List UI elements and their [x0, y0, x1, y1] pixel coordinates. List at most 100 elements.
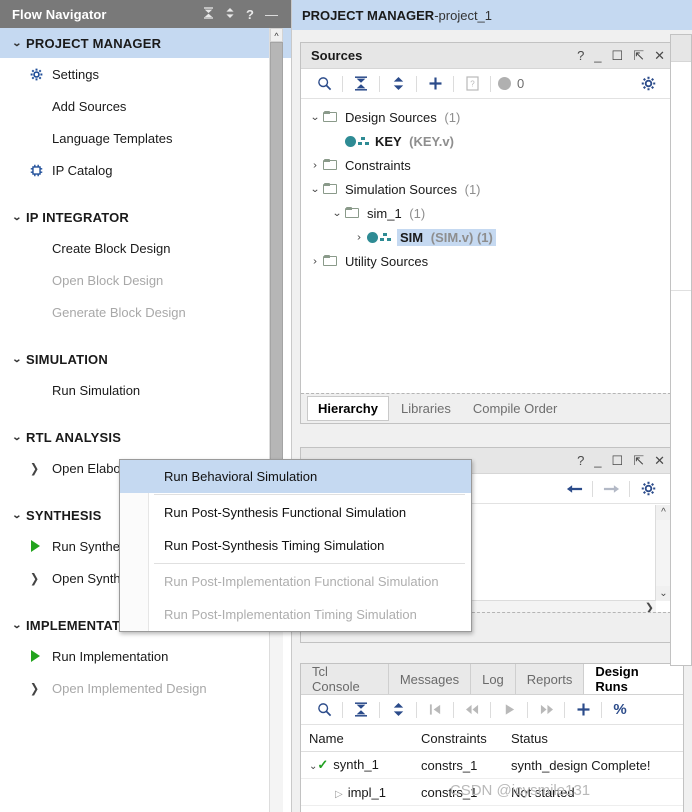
help-icon[interactable]: ? [246, 8, 254, 21]
cell-name: ▷ impl_1 [301, 785, 421, 800]
tree-expander-icon[interactable]: ⌄ [327, 208, 346, 219]
source-count: 0 [494, 76, 528, 91]
toolbar-separator [564, 701, 565, 718]
design-runs-toolbar: % [301, 695, 683, 725]
collapsed-side-panel[interactable] [670, 34, 692, 666]
sidebar-item-add-sources[interactable]: Add Sources [0, 90, 291, 122]
expand-collapse-icon[interactable] [225, 7, 235, 21]
help-icon[interactable]: ? [577, 49, 584, 62]
sidebar-item-label: Create Block Design [52, 240, 171, 256]
folder-icon [323, 183, 339, 195]
minimize-icon[interactable]: _ [594, 454, 601, 467]
chevron-right-icon: ❯ [30, 681, 40, 696]
tree-node-label: Utility Sources [345, 253, 429, 269]
close-icon[interactable]: ✕ [654, 49, 665, 62]
sidebar-item-label: Generate Block Design [52, 304, 186, 320]
menu-item-run-post-synthesis-functional-simulation[interactable]: Run Post-Synthesis Functional Simulation [120, 496, 471, 529]
play-icon [494, 697, 524, 723]
report-icon[interactable]: ? [457, 71, 487, 97]
tree-node-label: sim_1 (1) [367, 205, 426, 221]
plus-icon[interactable] [568, 697, 598, 723]
tab-hierarchy[interactable]: Hierarchy [307, 396, 389, 421]
chevron-down-icon: ⌄ [11, 509, 23, 521]
gear-icon[interactable] [633, 476, 663, 502]
tab-tcl-console[interactable]: Tcl Console [301, 664, 389, 694]
flow-navigator-scroll-up[interactable]: ^ [270, 28, 283, 42]
tree-node-utility-sources[interactable]: › Utility Sources [301, 249, 671, 273]
menu-item-run-behavioral-simulation[interactable]: Run Behavioral Simulation [120, 460, 471, 493]
tab-messages[interactable]: Messages [389, 664, 472, 694]
run-triangle-icon [30, 650, 52, 662]
maximize-icon[interactable]: ☐ [612, 454, 624, 467]
properties-window-controls: ? _ ☐ ⇱ ✕ [577, 454, 665, 467]
sources-tabstrip: Hierarchy Libraries Compile Order [301, 393, 671, 423]
sources-panel: Sources ? _ ☐ ⇱ ✕ ? 0 ⌄ Design Sources (… [300, 42, 672, 424]
tree-node-design-sources[interactable]: ⌄ Design Sources (1) [301, 105, 671, 129]
sidebar-item-label: Run Simulation [52, 382, 141, 398]
sidebar-section-ip-integrator[interactable]: ⌄ IP INTEGRATOR [0, 202, 291, 232]
sidebar-item-ip-catalog[interactable]: IP Catalog [0, 154, 291, 186]
table-row[interactable]: ⌄✓ synth_1 constrs_1 synth_design Complete! [301, 752, 683, 779]
tree-node-suffix: (1) [444, 109, 461, 125]
gear-icon[interactable] [633, 71, 663, 97]
sidebar-item-run-implementation[interactable]: Run Implementation [0, 640, 291, 672]
scroll-down-icon[interactable]: ⌄ [656, 586, 671, 601]
tree-expander-icon[interactable]: › [305, 256, 324, 267]
tree-node-constraints[interactable]: › Constraints [301, 153, 671, 177]
forward-arrow-icon[interactable] [596, 476, 626, 502]
sidebar-item-create-block-design[interactable]: Create Block Design [0, 232, 291, 264]
collapse-all-icon[interactable] [346, 697, 376, 723]
chevron-down-icon: ⌄ [11, 431, 23, 443]
main-area: PROJECT MANAGER - project_1 Sources ? _ … [292, 0, 692, 812]
sidebar-item-run-simulation[interactable]: Run Simulation [0, 374, 291, 406]
add-sources-plus-icon[interactable] [420, 71, 450, 97]
tree-expander-icon[interactable]: ⌄ [305, 184, 324, 195]
tree-node-sim[interactable]: › SIM (SIM.v) (1) [301, 225, 671, 249]
verilog-module-icon [345, 135, 370, 147]
percent-icon[interactable]: % [605, 697, 635, 723]
menu-item-run-post-synthesis-timing-simulation[interactable]: Run Post-Synthesis Timing Simulation [120, 529, 471, 562]
tree-expander-icon[interactable]: › [349, 232, 368, 243]
back-arrow-icon[interactable] [559, 476, 589, 502]
float-icon[interactable]: ⇱ [633, 454, 644, 467]
toolbar-separator [490, 701, 491, 718]
close-icon[interactable]: ✕ [654, 454, 665, 467]
collapse-all-icon[interactable] [203, 7, 214, 21]
project-manager-banner: PROJECT MANAGER - project_1 [292, 0, 692, 30]
minimize-icon[interactable]: — [265, 8, 278, 21]
tab-reports[interactable]: Reports [516, 664, 585, 694]
source-count-label: 0 [517, 76, 525, 91]
run-simulation-context-menu[interactable]: Run Behavioral Simulation Run Post-Synthe… [119, 459, 472, 632]
properties-vertical-scrollbar[interactable]: ^ ⌄ [655, 505, 671, 601]
sidebar-section-rtl-analysis[interactable]: ⌄ RTL ANALYSIS [0, 422, 291, 452]
tree-node-simulation-sources[interactable]: ⌄ Simulation Sources (1) [301, 177, 671, 201]
expand-all-icon[interactable] [383, 697, 413, 723]
sidebar-item-settings[interactable]: Settings [0, 58, 291, 90]
minimize-icon[interactable]: _ [594, 49, 601, 62]
help-icon[interactable]: ? [577, 454, 584, 467]
tree-expander-icon[interactable]: › [305, 160, 324, 171]
run-name-label: impl_1 [347, 784, 386, 800]
go-first-icon [420, 697, 450, 723]
tree-node-key[interactable]: KEY (KEY.v) [301, 129, 671, 153]
tab-compile-order[interactable]: Compile Order [463, 397, 568, 420]
collapse-all-icon[interactable] [346, 71, 376, 97]
chevron-right-icon: ❯ [30, 571, 40, 586]
tab-design-runs[interactable]: Design Runs [584, 664, 683, 694]
cell-status: synth_design Complete! [511, 757, 651, 773]
verilog-module-icon [367, 231, 392, 243]
scroll-up-icon[interactable]: ^ [656, 505, 671, 520]
search-icon[interactable] [309, 697, 339, 723]
search-icon[interactable] [309, 71, 339, 97]
tree-expander-icon[interactable]: ⌄ [305, 112, 324, 123]
tree-node-sim-1[interactable]: ⌄ sim_1 (1) [301, 201, 671, 225]
float-icon[interactable]: ⇱ [633, 49, 644, 62]
tab-libraries[interactable]: Libraries [391, 397, 461, 420]
maximize-icon[interactable]: ☐ [612, 49, 624, 62]
expand-all-icon[interactable] [383, 71, 413, 97]
sidebar-item-language-templates[interactable]: Language Templates [0, 122, 291, 154]
tab-log[interactable]: Log [471, 664, 516, 694]
sidebar-section-simulation[interactable]: ⌄ SIMULATION [0, 344, 291, 374]
sources-tree[interactable]: ⌄ Design Sources (1) KEY (KEY.v) › Constrain… [301, 99, 671, 273]
sidebar-section-project-manager[interactable]: ⌄ PROJECT MANAGER [0, 28, 291, 58]
